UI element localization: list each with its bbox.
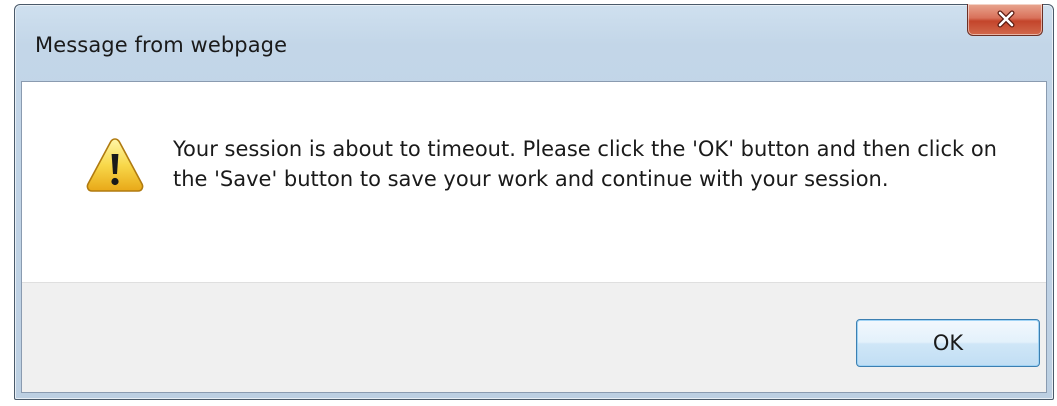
button-bar: OK — [22, 282, 1046, 392]
message-text: Your session is about to timeout. Please… — [173, 137, 997, 191]
close-icon — [997, 10, 1015, 28]
title-bar[interactable]: Message from webpage — [15, 4, 1053, 81]
dialog-body: Your session is about to timeout. Please… — [21, 81, 1047, 393]
close-button[interactable] — [967, 4, 1043, 36]
ok-button[interactable]: OK — [856, 319, 1040, 367]
message-dialog: Message from webpage Your session is abo… — [14, 4, 1054, 400]
dialog-title: Message from webpage — [35, 33, 288, 57]
message-area: Your session is about to timeout. Please… — [22, 82, 1046, 282]
warning-icon — [86, 138, 144, 192]
